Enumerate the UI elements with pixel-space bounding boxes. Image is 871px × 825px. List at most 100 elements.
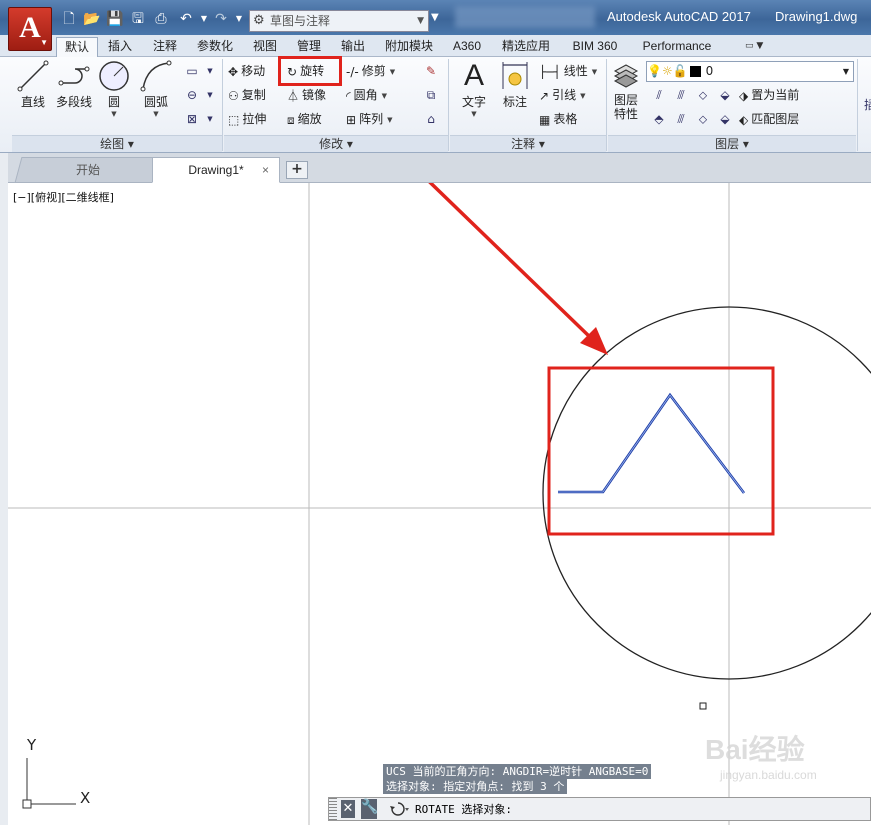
copy-icon: ⚇	[228, 88, 239, 103]
undo-dropdown-icon[interactable]: ▼	[195, 10, 213, 28]
new-tab-button[interactable]: +	[286, 161, 308, 179]
mirror-button[interactable]: ⏃ 镜像	[287, 85, 326, 105]
open-file-icon[interactable]: 📂	[83, 10, 101, 28]
drawing-canvas[interactable]: [−][俯视][二维线框] Y X	[8, 183, 871, 825]
viewport-controls[interactable]: [−][俯视][二维线框]	[13, 189, 114, 205]
linear-button[interactable]: ├─┤ 线性 ▼	[539, 61, 597, 81]
rectangle-icon[interactable]: ▭	[182, 61, 202, 81]
chevron-down-icon[interactable]: ▼	[592, 68, 597, 76]
layer-properties-button[interactable]: 图层 特性	[608, 59, 644, 121]
tab-annotate[interactable]: 注释	[148, 37, 182, 57]
leader-button[interactable]: ↗ 引线 ▼	[539, 85, 585, 105]
line-button[interactable]: 直线	[14, 59, 52, 110]
redo-icon[interactable]: ↷	[212, 10, 230, 28]
insert-block-icon[interactable]: 插	[860, 95, 871, 115]
text-button[interactable]: A 文字 ▼	[456, 59, 492, 119]
move-icon: ✥	[228, 64, 239, 79]
scale-button[interactable]: ⧈ 缩放	[287, 109, 322, 129]
offset-icon[interactable]: ⌂	[421, 109, 441, 129]
text-label: 文字	[461, 95, 486, 109]
command-line[interactable]: ✕ 🔧 ROTATE 选择对象:	[328, 797, 871, 821]
layer-unlock-icon[interactable]: ⬙	[715, 109, 735, 129]
draw-panel-title[interactable]: 绘图 ▾	[12, 135, 222, 152]
save-as-icon[interactable]: 🖫	[129, 10, 147, 28]
layers-panel-title[interactable]: 图层 ▾	[608, 135, 856, 152]
table-button[interactable]: ▦ 表格	[539, 109, 577, 129]
drag-handle[interactable]	[329, 798, 337, 820]
layer-isolate-icon[interactable]: ⫻	[671, 85, 691, 105]
move-button[interactable]: ✥ 移动	[228, 61, 265, 81]
trim-icon: -/-	[346, 64, 359, 79]
command-input[interactable]: ROTATE 选择对象:	[415, 801, 512, 817]
file-tab-drawing[interactable]: Drawing1* ×	[152, 157, 280, 183]
annotation-panel-title[interactable]: 注释 ▾	[450, 135, 606, 152]
array-button[interactable]: ⊞ 阵列 ▼	[346, 109, 392, 129]
arc-button[interactable]: 圆弧 ▼	[138, 59, 174, 119]
rotate-icon[interactable]	[385, 800, 411, 821]
tab-output[interactable]: 输出	[336, 37, 370, 57]
tab-bim360[interactable]: BIM 360	[565, 37, 625, 57]
tab-view[interactable]: 视图	[248, 37, 282, 57]
tab-performance[interactable]: Performance	[635, 37, 719, 57]
undo-icon[interactable]: ↶	[177, 10, 195, 28]
layer-freeze-icon[interactable]: ⬦	[693, 85, 713, 105]
copy-button[interactable]: ⚇ 复制	[228, 85, 266, 105]
tab-home[interactable]: 默认	[56, 37, 98, 57]
file-tab-start[interactable]: 开始	[14, 157, 162, 183]
chevron-down-icon[interactable]: ▼	[387, 116, 392, 124]
polyline-button[interactable]: 多段线	[53, 59, 95, 110]
chevron-down-icon[interactable]: ▼	[200, 85, 220, 105]
trim-button[interactable]: -/- 修剪 ▼	[346, 61, 395, 81]
tab-addins[interactable]: 附加模块	[380, 37, 438, 57]
match-layer-icon: ⬖	[739, 112, 749, 127]
layer-color-swatch	[689, 66, 701, 77]
chevron-down-icon[interactable]: ▼	[382, 92, 387, 100]
dimension-button[interactable]: 标注	[497, 59, 533, 110]
layer-off-icon[interactable]: ⫽	[649, 85, 669, 105]
match-layer-label: 匹配图层	[751, 112, 800, 126]
close-icon[interactable]: ×	[262, 158, 269, 182]
fillet-button[interactable]: ◜ 圆角 ▼	[346, 85, 387, 105]
tab-manage[interactable]: 管理	[292, 37, 326, 57]
circle-button[interactable]: 圆 ▼	[96, 59, 132, 119]
tab-a360[interactable]: A360	[448, 37, 486, 57]
chevron-down-icon[interactable]: ▼	[96, 110, 132, 119]
chevron-down-icon[interactable]: ▼	[200, 109, 220, 129]
modify-panel-title[interactable]: 修改 ▾	[224, 135, 448, 152]
layer-thaw-icon[interactable]: ⬦	[693, 109, 713, 129]
application-menu-button[interactable]: A ▼	[8, 7, 52, 51]
new-file-icon[interactable]: 🗋	[60, 10, 78, 28]
close-icon[interactable]: ✕	[341, 800, 355, 818]
print-icon[interactable]: ⎙	[152, 10, 170, 28]
tab-parametric[interactable]: 参数化	[192, 37, 238, 57]
layer-lock-icon[interactable]: ⬙	[715, 85, 735, 105]
tab-featured-apps[interactable]: 精选应用	[496, 37, 556, 57]
chevron-down-icon[interactable]: ▼	[390, 68, 395, 76]
workspace-select[interactable]: ⚙ 草图与注释 ▼	[249, 10, 429, 32]
make-current-button[interactable]: ⬗ 置为当前	[739, 85, 799, 105]
layer-unisolate-icon[interactable]: ⫻	[671, 109, 691, 129]
stretch-button[interactable]: ⬚ 拉伸	[228, 109, 266, 129]
redo-dropdown-icon[interactable]: ▼	[230, 10, 248, 28]
selected-polyline[interactable]	[558, 392, 746, 494]
match-layer-button[interactable]: ⬖ 匹配图层	[739, 109, 799, 129]
chevron-down-icon[interactable]: ▼	[200, 61, 220, 81]
wrench-icon[interactable]: 🔧	[361, 799, 378, 819]
command-history-line: 选择对象: 指定对角点: 找到 3 个	[383, 779, 568, 794]
chevron-down-icon[interactable]: ▼	[138, 110, 174, 119]
hatch-icon[interactable]: ⊠	[182, 109, 202, 129]
ellipse-icon[interactable]: ⊖	[182, 85, 202, 105]
chevron-down-icon[interactable]: ▼	[456, 110, 492, 119]
layer-select[interactable]: 💡☼🔓 0 ▼	[646, 61, 854, 82]
tab-insert[interactable]: 插入	[103, 37, 137, 57]
leader-label: 引线	[552, 88, 577, 102]
customize-quick-access-icon[interactable]: ▼	[431, 12, 439, 23]
erase-icon[interactable]: ✎	[421, 61, 441, 81]
chevron-down-icon[interactable]: ▼	[580, 92, 585, 100]
scale-icon: ⧈	[287, 112, 295, 127]
explode-icon[interactable]: ⧉	[421, 85, 441, 105]
save-icon[interactable]: 💾	[106, 10, 124, 28]
line-label: 直线	[20, 95, 45, 109]
layer-on-icon[interactable]: ⬘	[649, 109, 669, 129]
ribbon-minimize-toggle-icon[interactable]: ▭ ▼	[745, 39, 771, 53]
